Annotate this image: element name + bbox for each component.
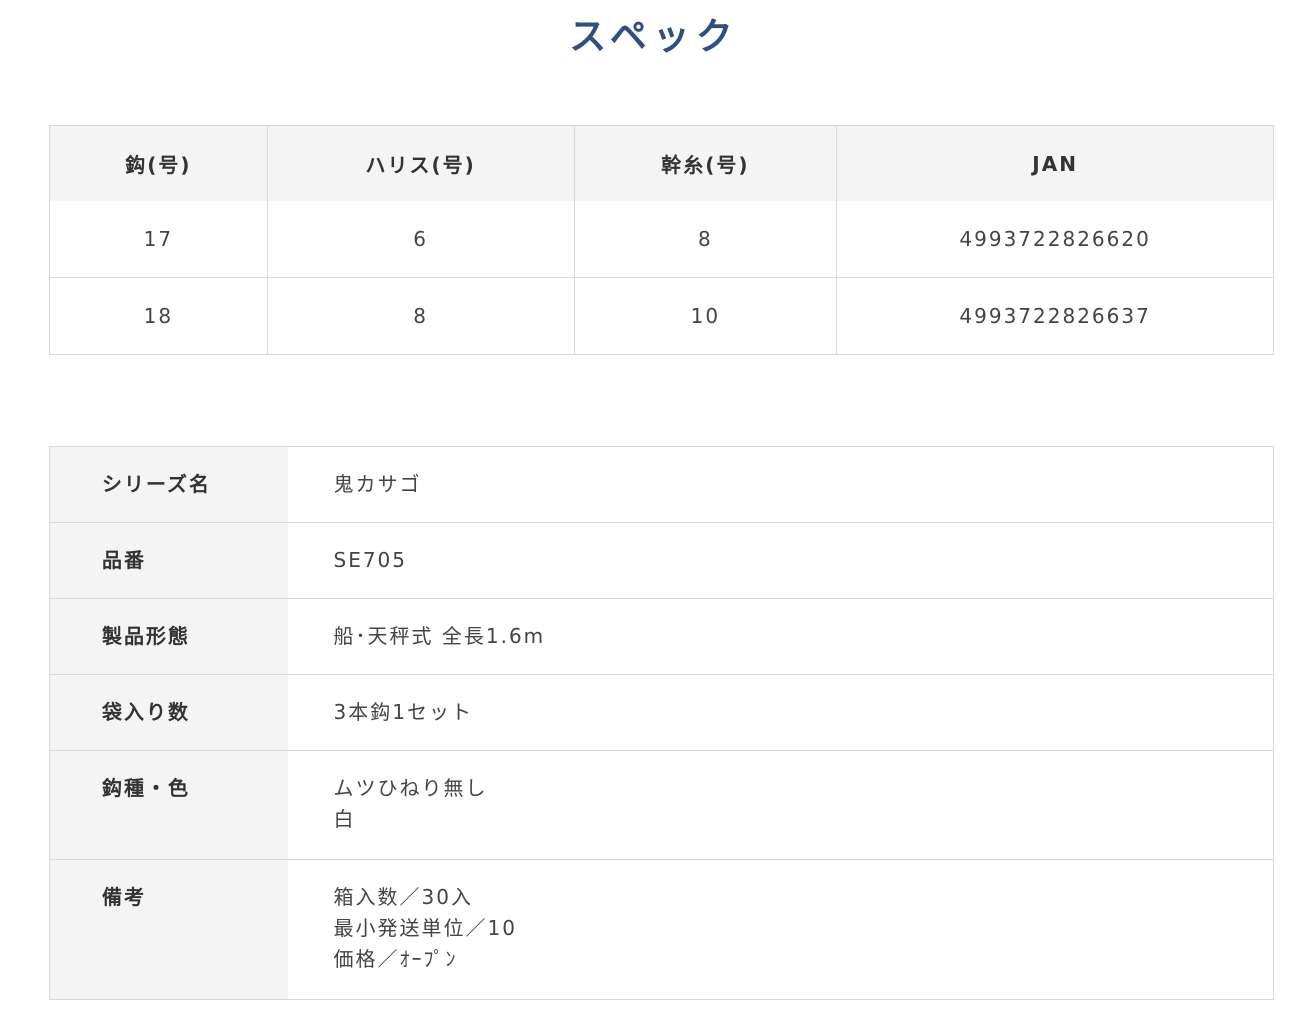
table-row: 18 8 10 4993722826637 (49, 277, 1274, 355)
spec-row-part-number: 品番 SE705 (49, 522, 1274, 599)
spec-label: 袋入り数 (49, 674, 288, 751)
spec-value-line: 価格／ｵｰﾌﾟﾝ (333, 947, 458, 971)
spec-value: 船･天秤式 全長1.6m (287, 598, 1274, 675)
table-row: 17 6 8 4993722826620 (49, 201, 1274, 278)
spec-value: SE705 (287, 522, 1274, 599)
spec-value: 鬼カサゴ (287, 446, 1274, 523)
spec-label: 備考 (49, 859, 288, 1000)
spec-value: 3本鈎1セット (287, 674, 1274, 751)
header-main-line-size: 幹糸(号) (573, 125, 838, 201)
spec-label: 鈎種・色 (49, 750, 288, 860)
spec-row-series: シリーズ名 鬼カサゴ (49, 446, 1274, 523)
header-jan: JAN (836, 125, 1274, 201)
header-hook-size: 鈎(号) (49, 125, 268, 201)
cell-leader-size: 8 (266, 277, 575, 355)
spec-value-line: 白 (333, 807, 356, 831)
page-title: スペック (569, 15, 739, 58)
cell-main-line-size: 10 (573, 277, 838, 355)
cell-hook-size: 18 (49, 277, 268, 355)
spec-value-line: 箱入数／30入 (333, 885, 473, 909)
spec-value-line: 最小発送単位／10 (333, 916, 517, 940)
spec-table: シリーズ名 鬼カサゴ 品番 SE705 製品形態 船･天秤式 全長1.6m 袋入… (49, 446, 1274, 1000)
header-leader-size: ハリス(号) (266, 125, 575, 201)
cell-hook-size: 17 (49, 201, 268, 278)
cell-leader-size: 6 (266, 201, 575, 278)
table-header-row: 鈎(号) ハリス(号) 幹糸(号) JAN (49, 125, 1274, 201)
spec-value: ムツひねり無し 白 (287, 750, 1274, 860)
spec-value: 箱入数／30入 最小発送単位／10 価格／ｵｰﾌﾟﾝ (287, 859, 1274, 1000)
spec-value-line: ムツひねり無し (333, 776, 488, 800)
cell-jan: 4993722826637 (836, 277, 1274, 355)
spec-row-hook-type: 鈎種・色 ムツひねり無し 白 (49, 750, 1274, 860)
spec-label: 品番 (49, 522, 288, 599)
spec-label: シリーズ名 (49, 446, 288, 523)
spec-row-product-form: 製品形態 船･天秤式 全長1.6m (49, 598, 1274, 675)
size-table: 鈎(号) ハリス(号) 幹糸(号) JAN 17 6 8 49937228266… (49, 125, 1274, 355)
spec-row-notes: 備考 箱入数／30入 最小発送単位／10 価格／ｵｰﾌﾟﾝ (49, 859, 1274, 1000)
spec-label: 製品形態 (49, 598, 288, 675)
cell-main-line-size: 8 (573, 201, 838, 278)
cell-jan: 4993722826620 (836, 201, 1274, 278)
spec-row-count: 袋入り数 3本鈎1セット (49, 674, 1274, 751)
